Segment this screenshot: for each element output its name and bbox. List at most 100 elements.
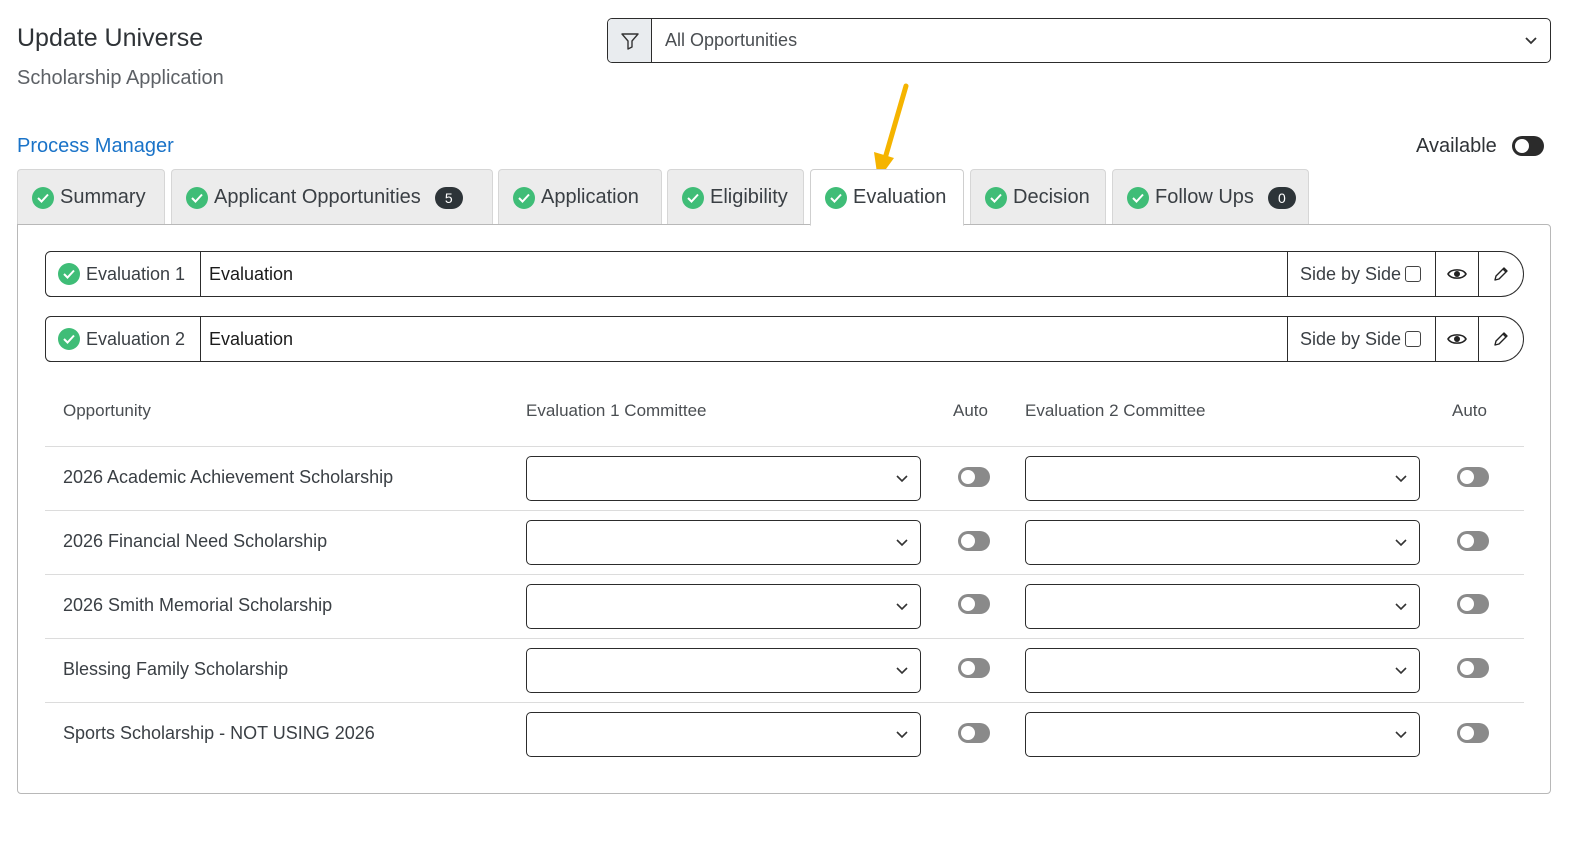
auto-2-toggle[interactable]: [1457, 594, 1489, 614]
column-header-auto-1: Auto: [953, 401, 988, 420]
opportunity-name: Blessing Family Scholarship: [63, 659, 289, 679]
committee-2-select[interactable]: [1025, 520, 1420, 565]
chevron-down-icon: [896, 474, 908, 482]
tab-decision[interactable]: Decision: [970, 169, 1106, 225]
evaluation-label: Evaluation 2: [46, 317, 201, 361]
tab-evaluation[interactable]: Evaluation: [810, 169, 964, 226]
tab-applicant-opportunities[interactable]: Applicant Opportunities 5: [171, 169, 493, 225]
auto-1-toggle[interactable]: [958, 531, 990, 551]
chevron-down-icon: [1395, 602, 1407, 610]
tab-application[interactable]: Application: [498, 169, 662, 225]
auto-1-toggle[interactable]: [958, 658, 990, 678]
auto-1-toggle[interactable]: [958, 467, 990, 487]
evaluation-panel: Evaluation 1 Evaluation Side by Side Eva…: [17, 224, 1551, 794]
column-header-committee-2: Evaluation 2 Committee: [1025, 401, 1206, 420]
committee-1-select[interactable]: [526, 648, 921, 693]
eye-icon: [1447, 334, 1467, 344]
evaluation-label-text: Evaluation 2: [86, 328, 186, 349]
tab-label: Decision: [1013, 186, 1090, 208]
chevron-down-icon: [1395, 666, 1407, 674]
edit-button[interactable]: [1479, 317, 1523, 361]
tab-summary[interactable]: Summary: [17, 169, 165, 225]
available-toggle[interactable]: [1512, 136, 1544, 156]
count-badge: 0: [1267, 186, 1296, 209]
auto-1-toggle[interactable]: [958, 723, 990, 743]
opportunity-name: Sports Scholarship - NOT USING 2026: [63, 723, 375, 743]
tab-label: Eligibility: [710, 186, 788, 208]
row-divider: [45, 702, 1524, 703]
side-by-side-checkbox[interactable]: [1405, 266, 1422, 282]
row-divider: [45, 510, 1524, 511]
page-subtitle: Scholarship Application: [17, 67, 224, 89]
evaluation-row: Evaluation 1 Evaluation Side by Side: [45, 251, 1524, 297]
auto-1-toggle[interactable]: [958, 594, 990, 614]
eye-icon: [1447, 269, 1467, 279]
committee-2-select[interactable]: [1025, 584, 1420, 629]
tab-label: Applicant Opportunities: [214, 186, 421, 208]
filter-select-value: All Opportunities: [665, 30, 798, 50]
check-icon: [1127, 186, 1149, 209]
tab-label: Evaluation: [853, 186, 947, 208]
pencil-icon: [1494, 267, 1508, 281]
committee-1-select[interactable]: [526, 712, 921, 757]
available-label: Available: [1416, 135, 1497, 157]
side-by-side-toggle[interactable]: Side by Side: [1288, 317, 1436, 361]
opportunity-filter[interactable]: All Opportunities: [607, 18, 1551, 63]
preview-button[interactable]: [1436, 317, 1479, 361]
tab-label: Application: [541, 186, 639, 208]
opportunity-name: 2026 Financial Need Scholarship: [63, 531, 328, 551]
filter-button[interactable]: [608, 19, 652, 62]
auto-2-toggle[interactable]: [1457, 723, 1489, 743]
tab-label: Follow Ups: [1155, 186, 1254, 208]
chevron-down-icon: [1395, 538, 1407, 546]
edit-button[interactable]: [1479, 252, 1523, 296]
side-by-side-label: Side by Side: [1300, 263, 1402, 284]
tab-eligibility[interactable]: Eligibility: [667, 169, 804, 225]
column-header-auto-2: Auto: [1452, 401, 1487, 420]
chevron-down-icon: [896, 538, 908, 546]
evaluation-label: Evaluation 1: [46, 252, 201, 296]
count-badge: 5: [434, 186, 463, 209]
page-title: Update Universe: [17, 24, 204, 52]
check-icon: [186, 186, 208, 209]
tab-label: Summary: [60, 186, 146, 208]
row-divider: [45, 574, 1524, 575]
committee-1-select[interactable]: [526, 520, 921, 565]
chevron-down-icon: [1395, 730, 1407, 738]
check-icon: [682, 186, 704, 209]
tab-follow-ups[interactable]: Follow Ups 0: [1112, 169, 1309, 225]
filter-icon: [620, 32, 639, 50]
check-icon: [32, 186, 54, 209]
check-icon: [825, 186, 847, 209]
side-by-side-checkbox[interactable]: [1405, 331, 1422, 347]
side-by-side-toggle[interactable]: Side by Side: [1288, 252, 1436, 296]
evaluation-name-field[interactable]: Evaluation: [201, 317, 1288, 361]
evaluation-row: Evaluation 2 Evaluation Side by Side: [45, 316, 1524, 362]
check-icon: [985, 186, 1007, 209]
row-divider: [45, 446, 1524, 447]
filter-select[interactable]: All Opportunities: [652, 19, 1550, 62]
check-icon: [513, 186, 535, 209]
committee-1-select[interactable]: [526, 584, 921, 629]
committee-1-select[interactable]: [526, 456, 921, 501]
check-icon: [58, 328, 80, 350]
check-icon: [58, 263, 80, 285]
evaluation-label-text: Evaluation 1: [86, 263, 186, 284]
committee-2-select[interactable]: [1025, 712, 1420, 757]
side-by-side-label: Side by Side: [1300, 328, 1402, 349]
process-manager-link[interactable]: Process Manager: [17, 135, 174, 158]
committee-2-select[interactable]: [1025, 648, 1420, 693]
row-divider: [45, 638, 1524, 639]
evaluation-name-field[interactable]: Evaluation: [201, 252, 1288, 296]
chevron-down-icon: [1395, 474, 1407, 482]
chevron-down-icon: [896, 602, 908, 610]
committee-2-select[interactable]: [1025, 456, 1420, 501]
opportunity-name: 2026 Academic Achievement Scholarship: [63, 467, 394, 487]
opportunity-name: 2026 Smith Memorial Scholarship: [63, 595, 333, 615]
preview-button[interactable]: [1436, 252, 1479, 296]
auto-2-toggle[interactable]: [1457, 658, 1489, 678]
column-header-opportunity: Opportunity: [63, 401, 151, 420]
chevron-down-icon: [896, 666, 908, 674]
auto-2-toggle[interactable]: [1457, 531, 1489, 551]
auto-2-toggle[interactable]: [1457, 467, 1489, 487]
